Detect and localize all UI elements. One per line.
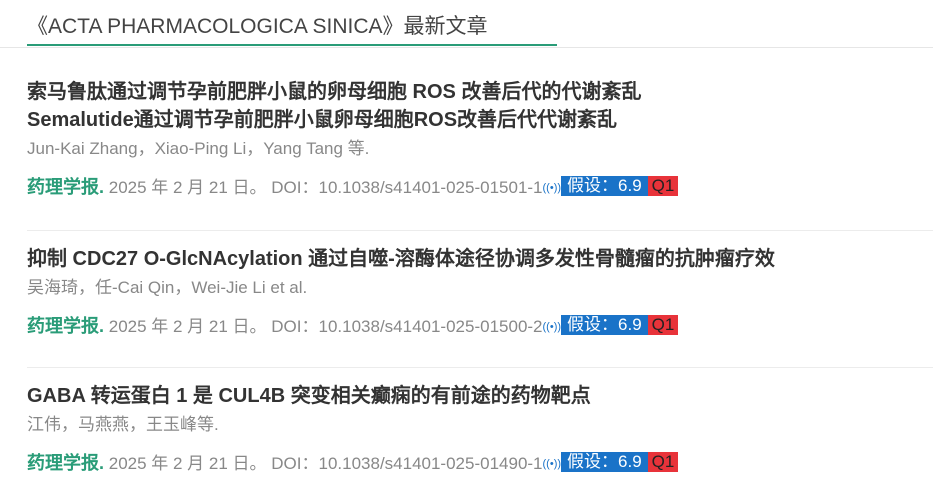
article-item: 索马鲁肽通过调节孕前肥胖小鼠的卵母细胞 ROS 改善后代的代谢紊乱 Semalu…: [27, 78, 933, 201]
page: 《ACTA PHARMACOLOGICA SINICA》最新文章 索马鲁肽通过调…: [0, 0, 933, 494]
quartile-badge: Q1: [647, 176, 679, 196]
article-authors: 江伟，马燕燕，王玉峰等.: [27, 415, 219, 434]
journal-name[interactable]: 药理学报.: [27, 177, 104, 197]
doi-link[interactable]: DOI：10.1038/s41401-025-01490-1: [271, 454, 542, 473]
quartile-badge: Q1: [647, 315, 679, 335]
journal-name[interactable]: 药理学报.: [27, 316, 104, 336]
article-title-link[interactable]: 索马鲁肽通过调节孕前肥胖小鼠的卵母细胞 ROS 改善后代的代谢紊乱: [27, 78, 933, 106]
broadcast-icon[interactable]: ((•)): [543, 450, 562, 478]
divider: [27, 367, 933, 368]
impact-factor-badge: 假设：6.9: [561, 176, 648, 196]
article-title-link[interactable]: GABA 转运蛋白 1 是 CUL4B 突变相关癫痫的有前途的药物靶点: [27, 382, 933, 410]
article-authors: 吴海琦，任-Cai Qin，Wei-Jie Li et al.: [27, 278, 308, 297]
article-title-translation[interactable]: Semalutide通过调节孕前肥胖小鼠卵母细胞ROS改善后代代谢紊乱: [27, 106, 933, 134]
article-item: GABA 转运蛋白 1 是 CUL4B 突变相关癫痫的有前途的药物靶点 江伟，马…: [27, 382, 933, 477]
divider: [27, 230, 933, 231]
article-meta: 药理学报. 2025 年 2 月 21 日。 DOI：10.1038/s4140…: [27, 449, 933, 477]
impact-factor-badge: 假设：6.9: [561, 452, 648, 472]
article-meta: 药理学报. 2025 年 2 月 21 日。 DOI：10.1038/s4140…: [27, 312, 933, 340]
section-header: 《ACTA PHARMACOLOGICA SINICA》最新文章: [0, 0, 933, 48]
journal-name[interactable]: 药理学报.: [27, 453, 104, 473]
article-meta: 药理学报. 2025 年 2 月 21 日。 DOI：10.1038/s4140…: [27, 173, 933, 201]
article-title-link[interactable]: 抑制 CDC27 O-GlcNAcylation 通过自噬-溶酶体途径协调多发性…: [27, 245, 933, 273]
section-title: 《ACTA PHARMACOLOGICA SINICA》最新文章: [27, 15, 488, 38]
article-authors: Jun-Kai Zhang，Xiao-Ping Li，Yang Tang 等.: [27, 139, 370, 158]
impact-factor-badge: 假设：6.9: [561, 315, 648, 335]
broadcast-icon[interactable]: ((•)): [543, 174, 562, 202]
broadcast-icon[interactable]: ((•)): [543, 313, 562, 341]
doi-link[interactable]: DOI：10.1038/s41401-025-01501-1: [271, 178, 542, 197]
section-title-underline: [27, 44, 557, 46]
publish-date: 2025 年 2 月 21 日。: [104, 317, 272, 336]
doi-link[interactable]: DOI：10.1038/s41401-025-01500-2: [271, 317, 542, 336]
article-item: 抑制 CDC27 O-GlcNAcylation 通过自噬-溶酶体途径协调多发性…: [27, 245, 933, 340]
publish-date: 2025 年 2 月 21 日。: [104, 178, 272, 197]
publish-date: 2025 年 2 月 21 日。: [104, 454, 272, 473]
quartile-badge: Q1: [647, 452, 679, 472]
